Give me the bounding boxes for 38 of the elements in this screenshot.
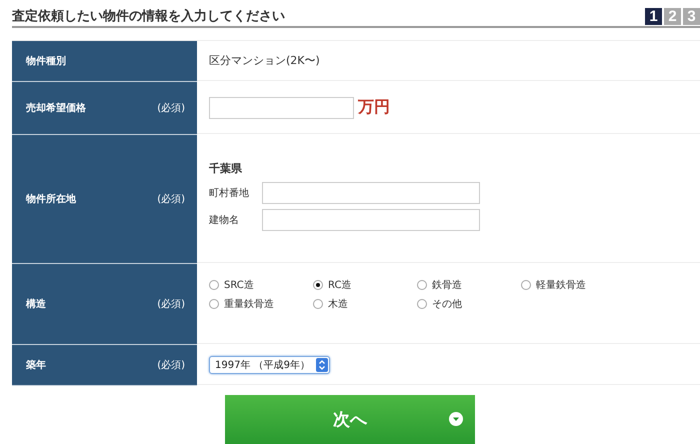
- required-note: (必須): [157, 192, 185, 206]
- field-label: 建物名: [209, 214, 240, 227]
- radio-button[interactable]: [209, 299, 219, 309]
- field-label: 売却希望価格: [26, 102, 86, 115]
- radio-option[interactable]: SRC造: [209, 278, 313, 292]
- field-label: 町村番地: [209, 186, 250, 200]
- radio-button[interactable]: [417, 299, 427, 309]
- input-field[interactable]: [262, 209, 480, 231]
- page-heading: 査定依頼したい物件の情報を入力してください: [12, 8, 285, 25]
- step-indicator: 3: [683, 8, 700, 24]
- radio-option[interactable]: 鉄骨造: [417, 278, 521, 292]
- field-label: 物件種別: [26, 54, 66, 68]
- radio-option[interactable]: 木造: [313, 297, 417, 311]
- required-note: (必須): [157, 358, 185, 372]
- step-indicator: 2: [664, 8, 681, 24]
- radio-option[interactable]: 重量鉄骨造: [209, 297, 313, 311]
- year-select[interactable]: 1997年 （平成9年）: [209, 356, 330, 374]
- input-field[interactable]: [262, 182, 480, 204]
- field-label: 構造: [26, 298, 46, 311]
- step-indicator: 1: [645, 8, 662, 24]
- stepper-icon: [316, 358, 328, 372]
- radio-button[interactable]: [417, 280, 427, 290]
- unit-label: 万円: [358, 97, 390, 118]
- field-label: 築年: [26, 358, 46, 372]
- required-note: (必須): [157, 102, 185, 115]
- required-note: (必須): [157, 298, 185, 311]
- radio-button[interactable]: [521, 280, 531, 290]
- price-input-field[interactable]: [209, 96, 354, 118]
- chevron-down-icon: [449, 412, 463, 426]
- radio-option[interactable]: RC造: [313, 278, 417, 292]
- prefecture-label: 千葉県: [209, 161, 243, 176]
- radio-button[interactable]: [313, 280, 323, 290]
- radio-button[interactable]: [209, 280, 219, 290]
- radio-button[interactable]: [313, 299, 323, 309]
- field-label: 物件所在地: [26, 192, 76, 206]
- radio-option[interactable]: 軽量鉄骨造: [521, 278, 625, 292]
- property-type-value: 区分マンション(2K〜): [209, 53, 321, 68]
- radio-option[interactable]: その他: [417, 297, 521, 311]
